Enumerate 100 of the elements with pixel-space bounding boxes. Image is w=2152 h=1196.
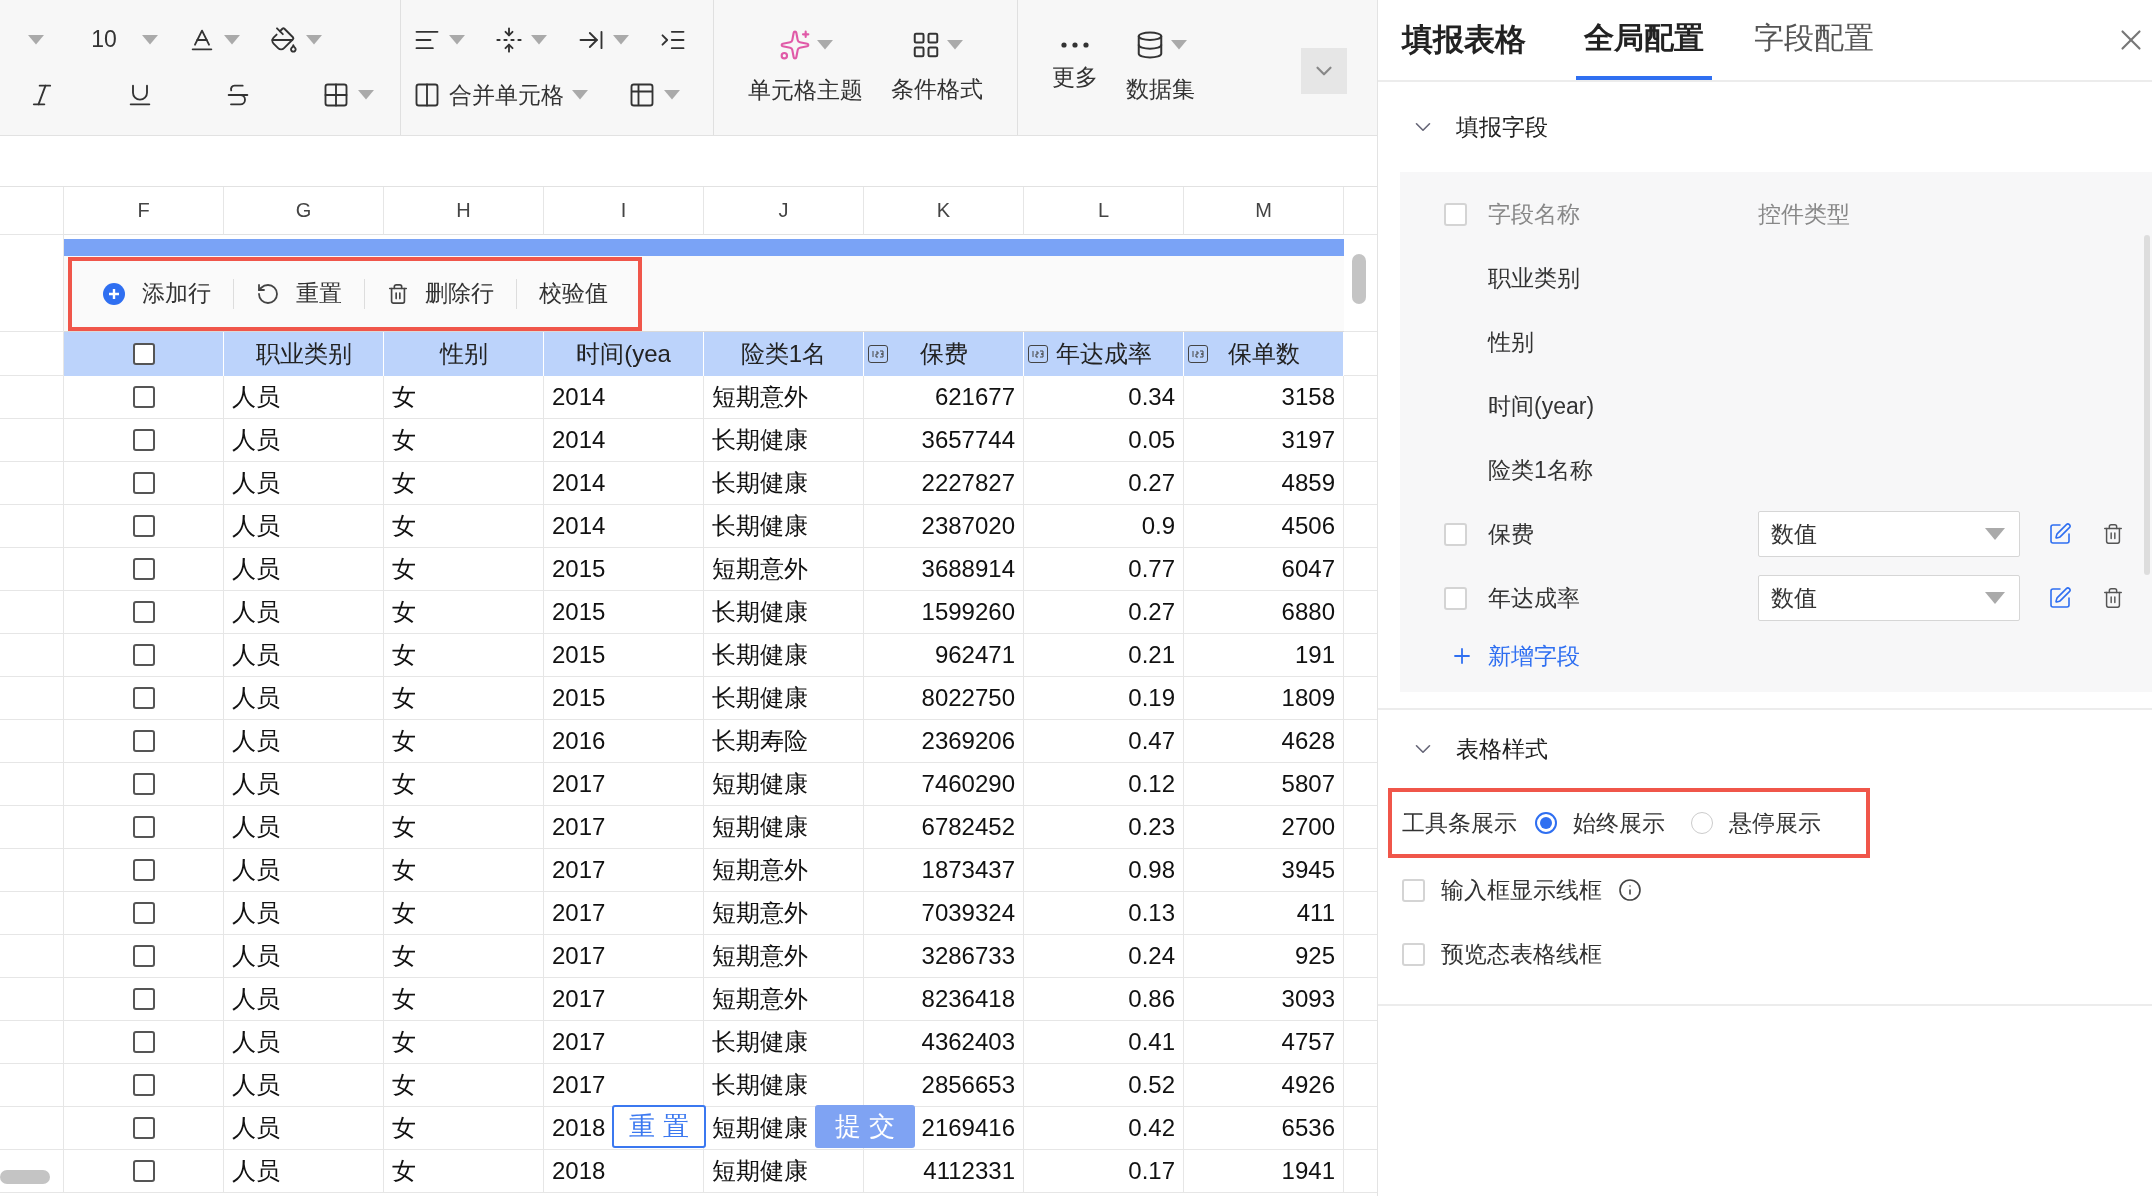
scrollbar-thumb[interactable] [2144,235,2150,575]
delete-icon [387,282,409,305]
toolbar-button[interactable]: 数据集 [1126,30,1195,105]
table-cell: 女 [384,849,544,892]
radio-button[interactable] [1535,812,1557,834]
column-header: K [864,187,1024,235]
action-button[interactable]: 添加行 [80,278,233,309]
table-cell: 2015 [544,677,704,720]
option-label: 工具条展示 [1402,808,1517,838]
edit-icon [2048,522,2072,546]
table-cell: 2017 [544,978,704,1021]
header-cell: 保单数 [1184,332,1344,376]
table-cell: 女 [384,1107,544,1150]
table-cell: 2016 [544,720,704,763]
table-cell: 长期健康 [704,634,864,677]
checkbox[interactable] [132,644,155,666]
radio-option[interactable]: 始终展示 [1535,807,1665,839]
table-cell: 4112331 [864,1150,1024,1193]
caret-icon [1170,40,1187,50]
column-header: F [64,187,224,235]
table-cell: 女 [384,892,544,935]
checkbox[interactable] [132,601,155,623]
table-cell: 短期意外 [704,935,864,978]
reset-button[interactable]: 重 置 [612,1105,706,1148]
checkbox[interactable] [132,429,155,451]
table-cell: 6880 [1184,591,1344,634]
field-name: 时间(year) [1488,391,1596,421]
column-label: 控件类型 [1758,199,1850,229]
table-cell: 3657744 [864,419,1024,462]
table-cell: 短期健康 [704,806,864,849]
checkbox[interactable] [132,558,155,580]
table-cell: 人员 [224,634,384,677]
table-cell: 长期健康 [704,677,864,720]
table-cell: 女 [384,1021,544,1064]
action-button[interactable]: 删除行 [364,278,516,309]
scrollbar-thumb[interactable] [0,1170,50,1184]
header-cell: 职业类别 [224,332,384,376]
table-cell: 3093 [1184,978,1344,1021]
table-cell: 短期意外 [704,978,864,1021]
tab[interactable]: 全局配置 [1576,0,1712,80]
add-field-link[interactable]: 新增字段 [1400,630,2152,682]
table-cell: 0.9 [1024,505,1184,548]
checkbox[interactable] [132,1160,155,1182]
toolbar-button[interactable]: 单元格主题 [748,29,863,106]
merge-cells-button[interactable]: 合并单元格 [409,75,592,115]
table-cell: 0.47 [1024,720,1184,763]
control-type-select[interactable]: 数值 [1758,511,2020,557]
column-header: L [1024,187,1184,235]
checkbox[interactable] [132,1117,155,1139]
plus-circle-icon [102,281,126,306]
toolbar-button[interactable]: 更多 [1052,42,1098,93]
table-cell: 962471 [864,634,1024,677]
table-cell: 女 [384,634,544,677]
table-cell: 2014 [544,376,704,419]
table-cell: 长期健康 [704,419,864,462]
table-cell: 1941 [1184,1150,1344,1193]
checkbox[interactable] [132,988,155,1010]
checkbox[interactable] [132,730,155,752]
font-size-select[interactable]: 10 [70,22,162,58]
header-cell: 保费 [864,332,1024,376]
checkbox[interactable] [132,859,155,881]
checkbox[interactable] [132,687,155,709]
table-cell: 短期意外 [704,892,864,935]
table-cell: 0.86 [1024,978,1184,1021]
checkbox[interactable] [132,773,155,795]
table-cell: 人员 [224,935,384,978]
caret-icon [358,90,374,101]
checkbox[interactable] [132,472,155,494]
checkbox[interactable] [132,386,155,408]
checkbox[interactable] [132,343,155,365]
caret-icon [224,34,240,45]
scrollbar-thumb[interactable] [1352,254,1366,304]
control-type-select[interactable]: 数值 [1758,575,2020,621]
radio-option[interactable]: 悬停展示 [1691,807,1821,839]
table-cell: 4926 [1184,1064,1344,1107]
checkbox[interactable] [132,816,155,838]
table-cell: 3286733 [864,935,1024,978]
checkbox-label: 预览态表格线框 [1441,939,1602,969]
delete-icon [2102,523,2124,545]
table-cell: 短期意外 [704,849,864,892]
action-button[interactable]: 校验值 [516,278,630,309]
table-cell: 人员 [224,720,384,763]
table-cell: 女 [384,548,544,591]
checkbox[interactable] [132,1031,155,1053]
checkbox[interactable] [132,902,155,924]
checkbox[interactable] [132,1074,155,1096]
table-cell: 0.34 [1024,376,1184,419]
table-cell: 女 [384,763,544,806]
table-cell: 女 [384,462,544,505]
table-cell: 2017 [544,892,704,935]
table-cell: 0.12 [1024,763,1184,806]
tab[interactable]: 字段配置 [1746,0,1882,80]
table-cell: 人员 [224,1064,384,1107]
table-cell: 2014 [544,505,704,548]
checkbox[interactable] [132,515,155,537]
toolbar-button[interactable]: 条件格式 [891,30,983,105]
action-button[interactable]: 重置 [233,278,364,309]
checkbox[interactable] [132,945,155,967]
table-cell: 2014 [544,462,704,505]
radio-button[interactable] [1691,812,1713,834]
